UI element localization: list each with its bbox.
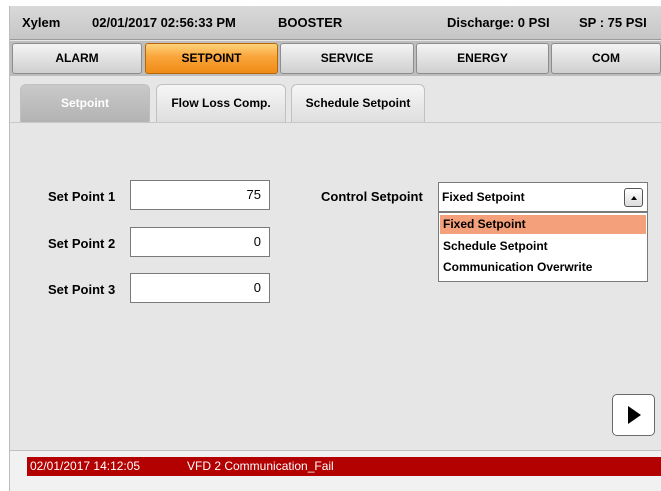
status-header: Xylem 02/01/2017 02:56:33 PM BOOSTER Dis…: [10, 6, 661, 40]
tab-com[interactable]: COM: [551, 43, 661, 74]
option-fixed-setpoint[interactable]: Fixed Setpoint: [440, 215, 646, 234]
control-setpoint-options: Fixed Setpoint Schedule Setpoint Communi…: [438, 212, 648, 282]
subtab-flow-loss-comp[interactable]: Flow Loss Comp.: [156, 84, 286, 122]
set-point-1-input[interactable]: 75: [130, 180, 270, 210]
tab-service[interactable]: SERVICE: [280, 43, 414, 74]
set-point-2-label: Set Point 2: [48, 236, 116, 251]
alarm-bar: 02/01/2017 14:12:05 VFD 2 Communication_…: [10, 450, 661, 491]
main-nav: ALARM SETPOINT SERVICE ENERGY COM: [10, 41, 661, 76]
control-setpoint-value: Fixed Setpoint: [442, 190, 525, 204]
alarm-timestamp: 02/01/2017 14:12:05: [30, 459, 141, 473]
tab-alarm[interactable]: ALARM: [12, 43, 142, 74]
hmi-screen: Xylem 02/01/2017 02:56:33 PM BOOSTER Dis…: [9, 6, 661, 491]
mode-label: BOOSTER: [278, 15, 343, 30]
set-point-2-input[interactable]: 0: [130, 227, 270, 257]
option-schedule-setpoint[interactable]: Schedule Setpoint: [440, 237, 646, 256]
datetime-label: 02/01/2017 02:56:33 PM: [92, 15, 236, 30]
alarm-row[interactable]: 02/01/2017 14:12:05 VFD 2 Communication_…: [27, 457, 661, 476]
control-setpoint-label: Control Setpoint: [321, 189, 423, 204]
setpoint-panel: Setpoint Flow Loss Comp. Schedule Setpoi…: [10, 76, 661, 450]
subtab-schedule-setpoint[interactable]: Schedule Setpoint: [291, 84, 425, 122]
set-point-1-label: Set Point 1: [48, 189, 116, 204]
setpoint-form: Set Point 1 75 Set Point 2 0 Set Point 3…: [10, 122, 661, 450]
setpoint-pressure: SP : 75 PSI: [579, 15, 647, 30]
set-point-3-label: Set Point 3: [48, 282, 116, 297]
play-right-icon[interactable]: [612, 394, 655, 436]
control-setpoint-select[interactable]: Fixed Setpoint: [438, 182, 648, 212]
tab-setpoint[interactable]: SETPOINT: [145, 43, 278, 74]
option-communication-overwrite[interactable]: Communication Overwrite: [440, 258, 646, 277]
tab-energy[interactable]: ENERGY: [416, 43, 549, 74]
chevron-up-icon[interactable]: [624, 188, 643, 207]
set-point-3-input[interactable]: 0: [130, 273, 270, 303]
alarm-message: VFD 2 Communication_Fail: [187, 459, 334, 473]
brand-label: Xylem: [22, 15, 61, 30]
discharge-pressure: Discharge: 0 PSI: [447, 15, 550, 30]
subtab-setpoint[interactable]: Setpoint: [20, 84, 150, 122]
